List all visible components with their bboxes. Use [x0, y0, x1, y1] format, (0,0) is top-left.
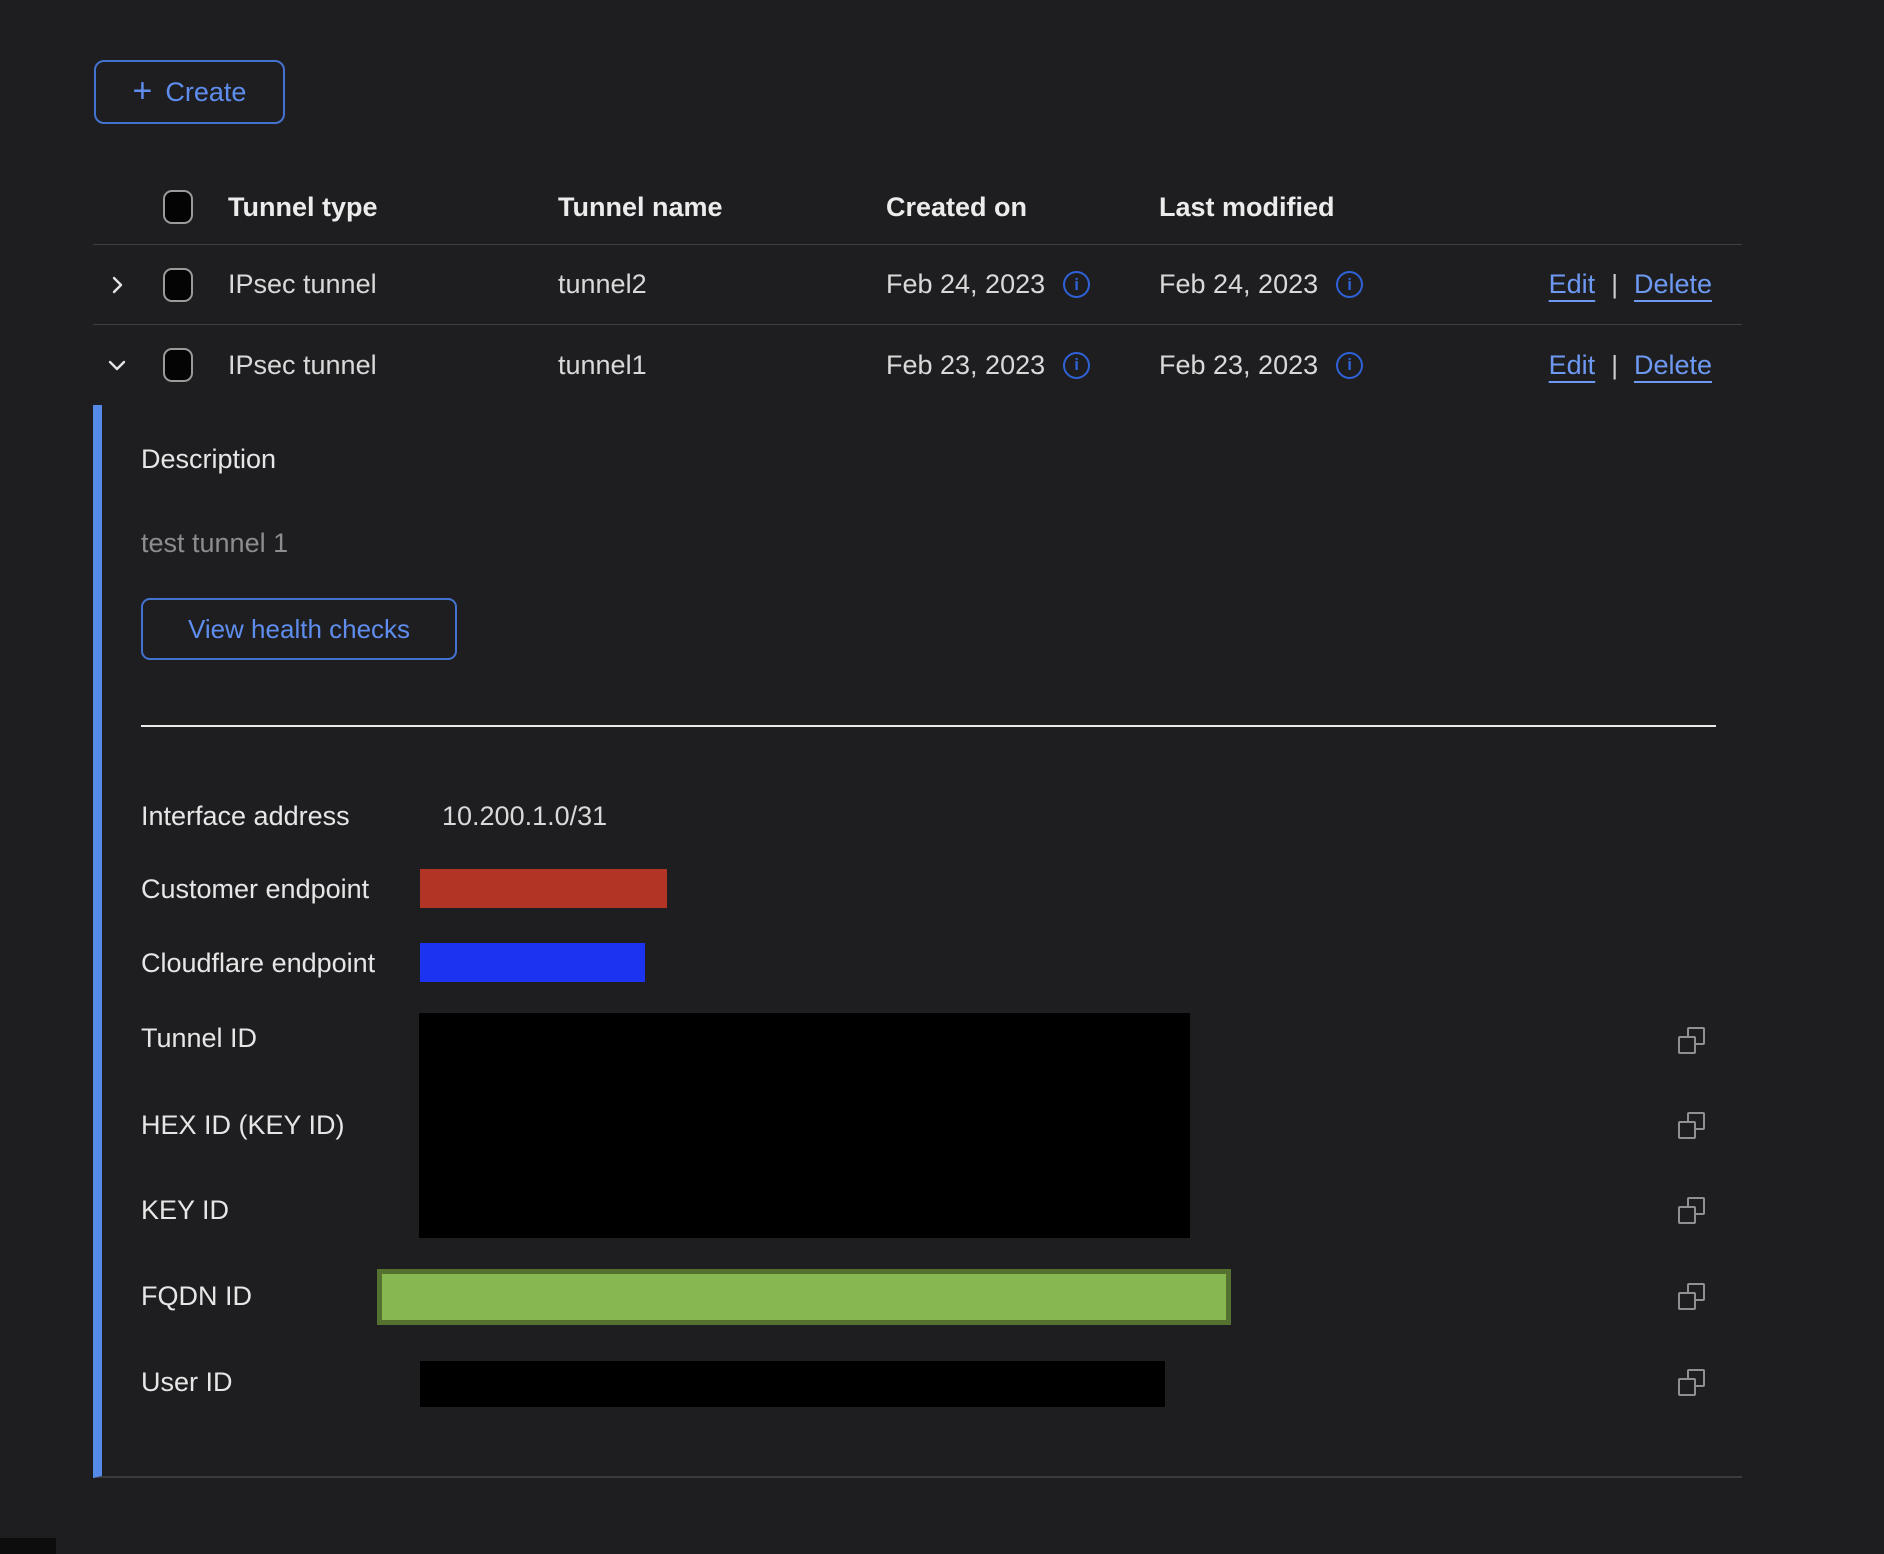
header-last-modified: Last modified: [1159, 192, 1430, 223]
last-modified-cell: Feb 23, 2023 i: [1159, 350, 1430, 381]
info-icon[interactable]: i: [1336, 271, 1363, 298]
info-icon[interactable]: i: [1063, 271, 1090, 298]
info-icon[interactable]: i: [1336, 352, 1363, 379]
last-modified-cell: Feb 24, 2023 i: [1159, 269, 1430, 300]
table-row: IPsec tunnel tunnel1 Feb 23, 2023 i Feb …: [93, 325, 1742, 405]
edit-link[interactable]: Edit: [1549, 350, 1596, 381]
create-button[interactable]: + Create: [94, 60, 285, 124]
cloudflare-endpoint-redacted-value: [420, 943, 645, 982]
copy-user-id-button[interactable]: [1678, 1369, 1705, 1396]
last-modified-date: Feb 23, 2023: [1159, 350, 1318, 381]
link-separator: |: [1611, 350, 1618, 381]
tunnel-type-cell: IPsec tunnel: [228, 269, 558, 300]
delete-link[interactable]: Delete: [1634, 350, 1712, 381]
created-on-cell: Feb 23, 2023 i: [886, 350, 1159, 381]
plus-icon: +: [133, 74, 153, 108]
tunnels-page: + Create Tunnel type Tunnel name Created…: [0, 0, 1884, 1554]
fqdn-id-label: FQDN ID: [141, 1280, 252, 1312]
user-id-label: User ID: [141, 1366, 233, 1398]
chevron-down-icon: [105, 353, 129, 377]
row-actions: Edit | Delete: [1430, 350, 1742, 381]
customer-endpoint-label: Customer endpoint: [141, 873, 369, 905]
copy-key-id-button[interactable]: [1678, 1197, 1705, 1224]
header-created-on: Created on: [886, 192, 1159, 223]
table-header: Tunnel type Tunnel name Created on Last …: [93, 170, 1742, 245]
edit-link[interactable]: Edit: [1549, 269, 1596, 300]
row-checkbox-cell: [163, 268, 228, 302]
description-value: test tunnel 1: [141, 527, 288, 559]
copy-fqdn-id-button[interactable]: [1678, 1283, 1705, 1310]
interface-address-label: Interface address: [141, 800, 350, 832]
link-separator: |: [1611, 269, 1618, 300]
row-actions: Edit | Delete: [1430, 269, 1742, 300]
view-health-checks-button[interactable]: View health checks: [141, 598, 457, 660]
row-checkbox[interactable]: [163, 348, 193, 382]
select-all-checkbox[interactable]: [163, 190, 193, 224]
header-tunnel-name: Tunnel name: [558, 192, 886, 223]
chevron-right-icon: [105, 273, 129, 297]
tunnel-id-label: Tunnel ID: [141, 1022, 257, 1054]
row-checkbox-cell: [163, 348, 228, 382]
fqdn-id-redacted-value: [377, 1269, 1231, 1325]
header-checkbox-cell: [163, 190, 228, 224]
tunnel-hex-key-id-redacted-values: [419, 1013, 1190, 1238]
delete-link[interactable]: Delete: [1634, 269, 1712, 300]
tunnel-name-cell: tunnel2: [558, 269, 886, 300]
key-id-label: KEY ID: [141, 1194, 229, 1226]
info-icon[interactable]: i: [1063, 352, 1090, 379]
bottom-corner-bar: [0, 1538, 56, 1554]
section-divider: [141, 725, 1716, 727]
tunnel-name-cell: tunnel1: [558, 350, 886, 381]
row-checkbox[interactable]: [163, 268, 193, 302]
expanded-tunnel-panel: Description test tunnel 1 View health ch…: [93, 405, 1742, 1478]
table-row: IPsec tunnel tunnel2 Feb 24, 2023 i Feb …: [93, 245, 1742, 325]
user-id-redacted-value: [420, 1361, 1165, 1407]
hex-id-label: HEX ID (KEY ID): [141, 1109, 345, 1141]
copy-hex-id-button[interactable]: [1678, 1112, 1705, 1139]
last-modified-date: Feb 24, 2023: [1159, 269, 1318, 300]
created-on-cell: Feb 24, 2023 i: [886, 269, 1159, 300]
create-button-label: Create: [165, 77, 246, 108]
copy-tunnel-id-button[interactable]: [1678, 1027, 1705, 1054]
created-on-date: Feb 23, 2023: [886, 350, 1045, 381]
expand-row-button[interactable]: [93, 273, 163, 297]
tunnel-type-cell: IPsec tunnel: [228, 350, 558, 381]
header-tunnel-type: Tunnel type: [228, 192, 558, 223]
cloudflare-endpoint-label: Cloudflare endpoint: [141, 947, 375, 979]
description-label: Description: [141, 443, 276, 475]
interface-address-value: 10.200.1.0/31: [442, 800, 607, 832]
customer-endpoint-redacted-value: [420, 869, 667, 908]
created-on-date: Feb 24, 2023: [886, 269, 1045, 300]
collapse-row-button[interactable]: [93, 353, 163, 377]
